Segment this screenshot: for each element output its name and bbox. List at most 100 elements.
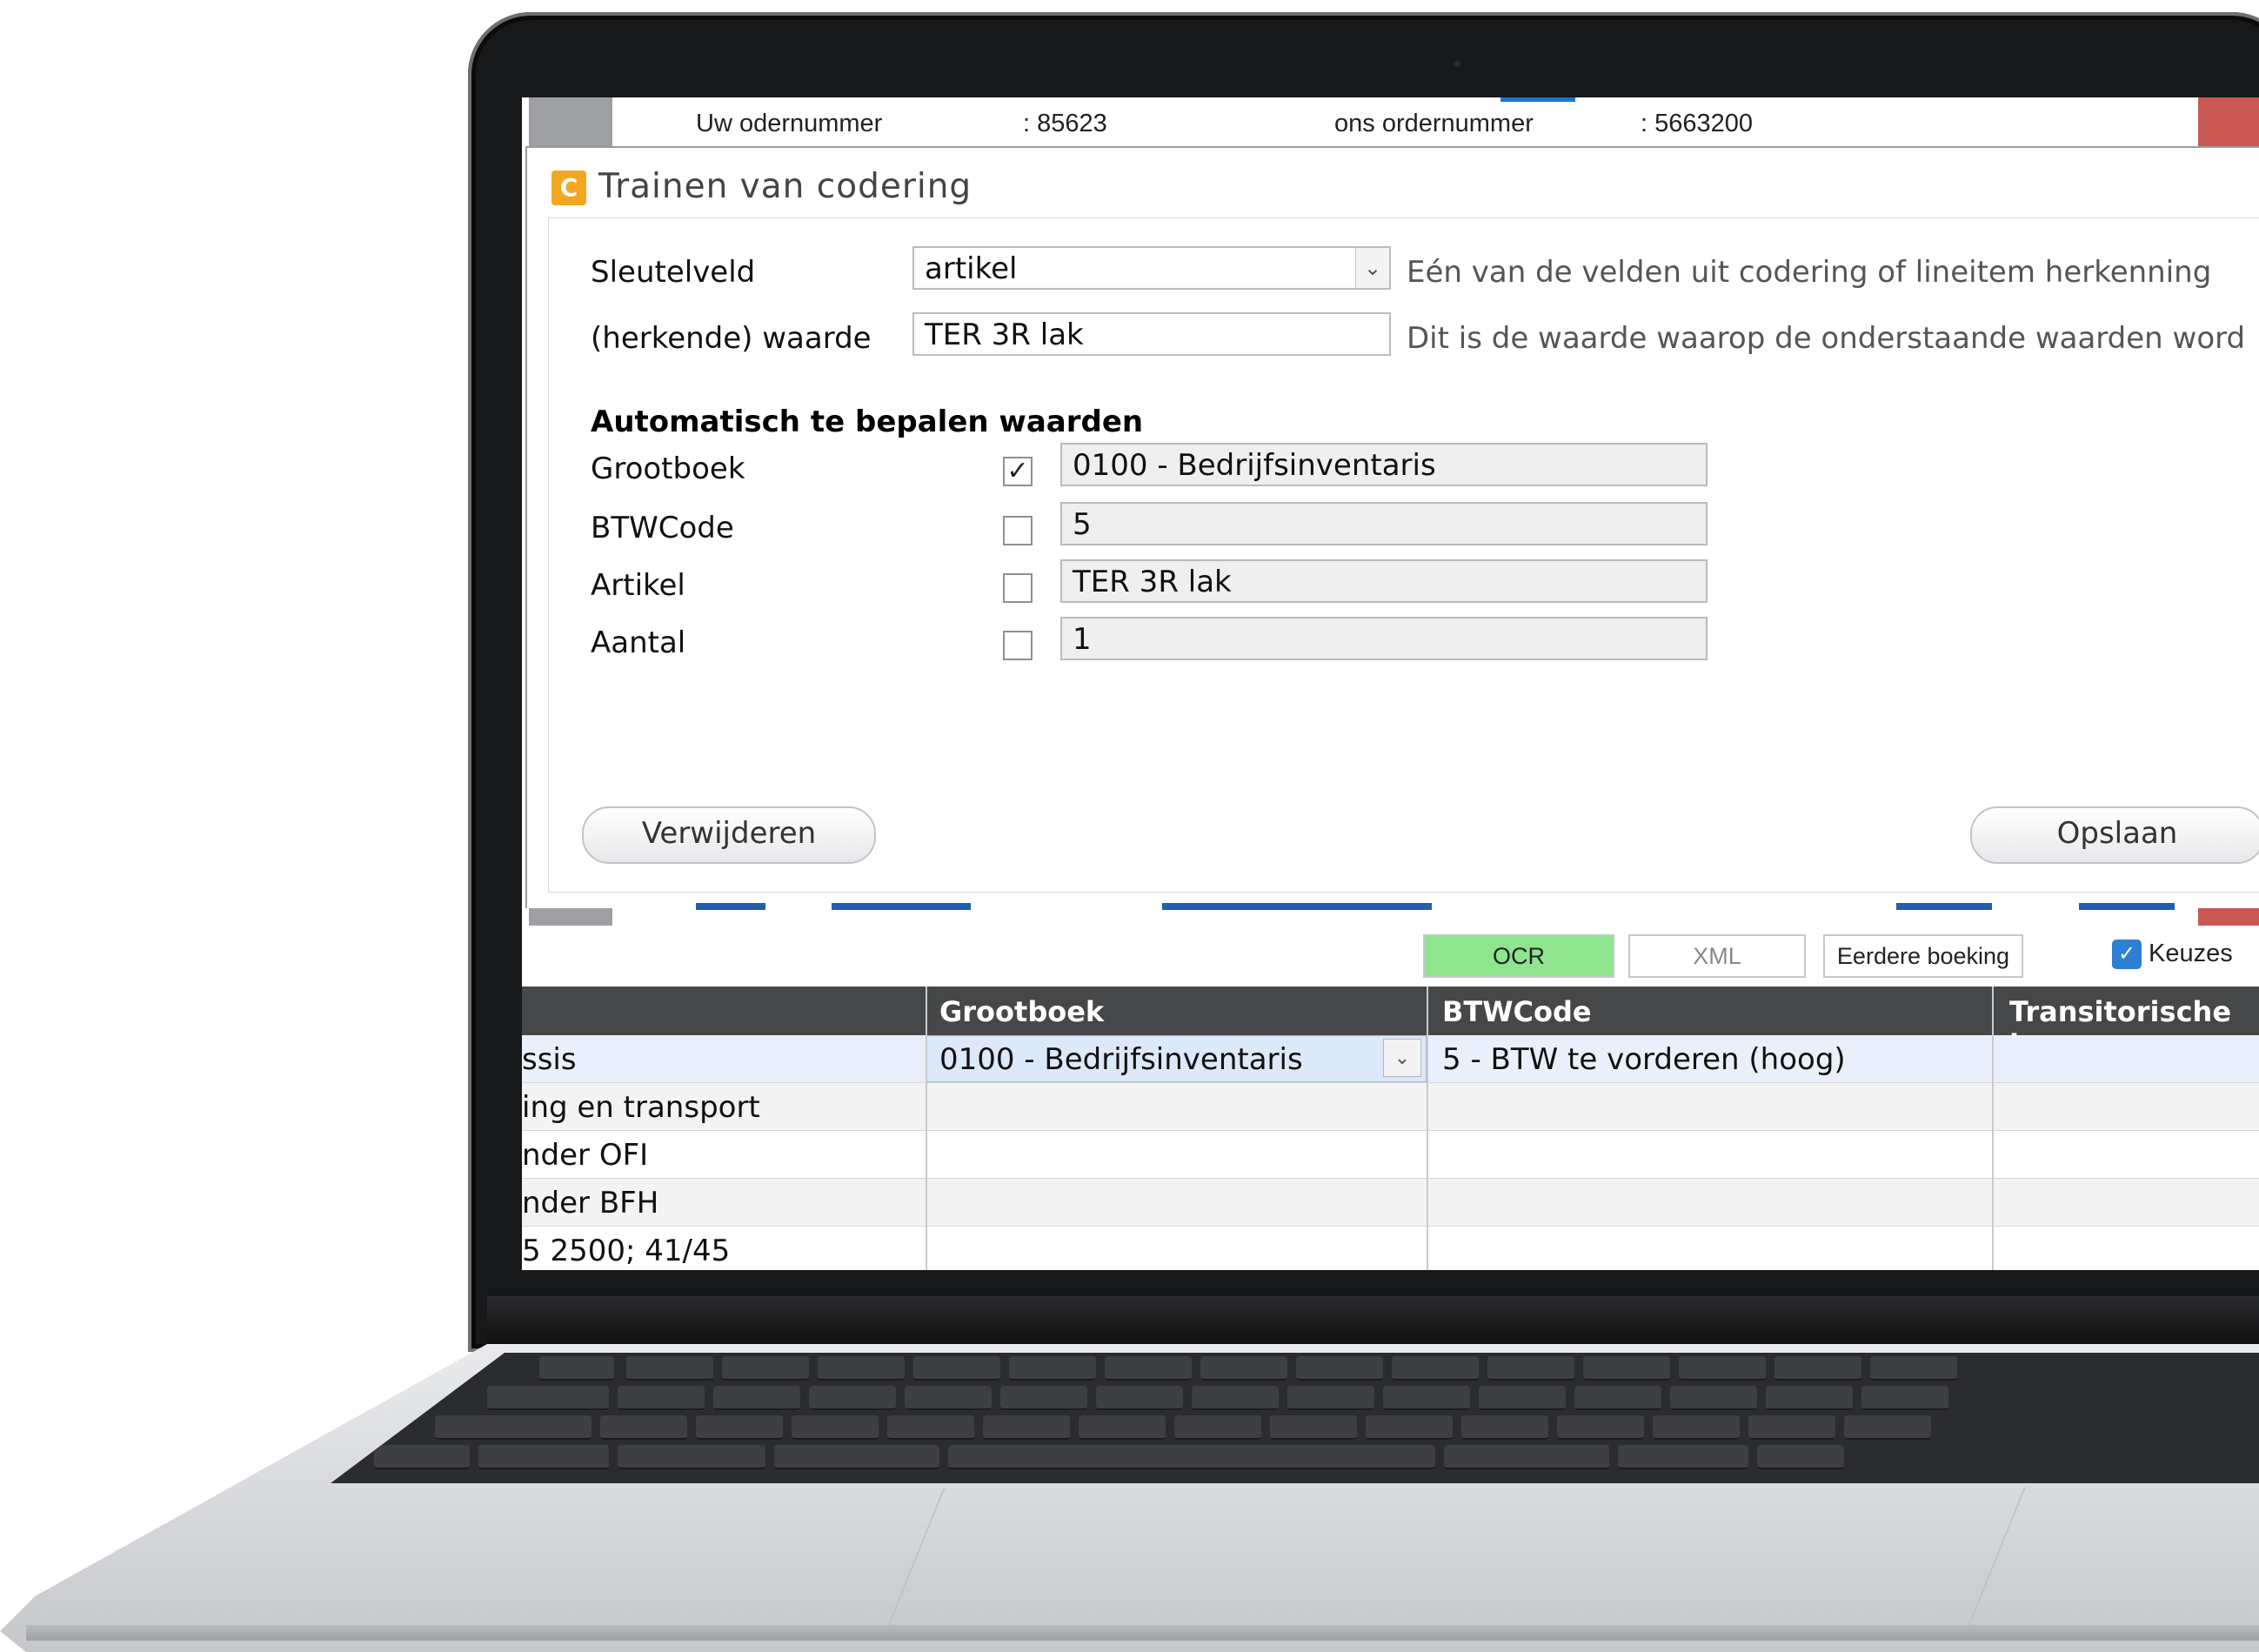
row-description: ing en transport [522, 1090, 760, 1125]
column-divider [1992, 987, 1994, 1270]
key [1174, 1415, 1261, 1440]
key-field-label: Sleutelveld [591, 255, 756, 290]
key [626, 1356, 713, 1381]
recognized-value-label: (herkende) waarde [591, 321, 872, 356]
key [487, 1386, 609, 1410]
chevron-down-icon[interactable]: ⌄ [1355, 248, 1389, 288]
laptop-hinge [487, 1296, 2259, 1348]
table-row[interactable]: 5 2500; 41/45 [522, 1227, 2259, 1270]
laptop-front-edge [26, 1625, 2259, 1641]
row-marker [529, 908, 612, 926]
row-marker [529, 97, 612, 146]
key-row [331, 1415, 2259, 1440]
key [696, 1415, 783, 1440]
checkbox-grootboek[interactable]: ✓ [1003, 457, 1033, 486]
our-order-value: : 5663200 [1641, 110, 1754, 137]
row-description: 5 2500; 41/45 [522, 1234, 731, 1268]
key [1444, 1445, 1609, 1469]
checkbox-artikel[interactable] [1003, 573, 1033, 603]
key-field-hint: Eén van de velden uit codering of lineit… [1407, 255, 2212, 290]
save-button[interactable]: Opslaan [1970, 806, 2259, 864]
keuzes-toggle[interactable]: ✓ Keuzes [2112, 940, 2233, 970]
key [1270, 1415, 1357, 1440]
key [1287, 1386, 1374, 1410]
camera-icon [1454, 61, 1460, 67]
view-tabs: OCR XML Eerdere boeking ✓ Keuzes [522, 934, 2259, 987]
row-description: nder BFH [522, 1186, 659, 1221]
value-field-btwcode[interactable]: 5 [1060, 502, 1708, 545]
table-row[interactable]: ing en transport [522, 1083, 2259, 1131]
value-field-artikel[interactable]: TER 3R lak [1060, 559, 1708, 603]
recognized-value-input[interactable]: TER 3R lak [912, 312, 1391, 356]
tab-ocr[interactable]: OCR [1423, 934, 1614, 978]
column-header-grootboek: Grootboek [939, 995, 1105, 1028]
key [1392, 1356, 1479, 1381]
key [887, 1415, 974, 1440]
table-row[interactable]: ssis 0100 - Bedrijfsinventaris ⌄ 5 - BTW… [522, 1035, 2259, 1083]
key [792, 1415, 879, 1440]
key [1383, 1386, 1470, 1410]
key [539, 1356, 614, 1381]
key [1870, 1356, 1957, 1381]
key [1774, 1356, 1861, 1381]
trackpad [887, 1488, 2026, 1627]
key [1653, 1415, 1740, 1440]
table-row[interactable]: nder OFI [522, 1131, 2259, 1179]
key-field-select[interactable]: artikel ⌄ [912, 246, 1391, 290]
key [1583, 1356, 1670, 1381]
column-divider [926, 987, 927, 1270]
table-row[interactable]: nder BFH [522, 1179, 2259, 1227]
row-text [1162, 903, 1432, 910]
row-label-aantal: Aantal [591, 625, 686, 660]
key-field-value: artikel [925, 251, 1018, 286]
checkbox-btwcode[interactable] [1003, 516, 1033, 545]
key [818, 1356, 905, 1381]
checkbox-aantal[interactable] [1003, 631, 1033, 660]
dialog-panel: Sleutelveld artikel ⌄ Eén van de velden … [548, 217, 2259, 893]
value-field-grootboek[interactable]: 0100 - Bedrijfsinventaris [1060, 443, 1708, 486]
key [809, 1386, 896, 1410]
chevron-down-icon[interactable]: ⌄ [1383, 1039, 1421, 1077]
key [1009, 1356, 1096, 1381]
row-label-btwcode: BTWCode [591, 511, 734, 545]
checkbox-checked-icon[interactable]: ✓ [2112, 940, 2142, 970]
row-btwcode: 5 - BTW te vorderen (hoog) [1442, 1042, 1846, 1077]
app-logo-icon: C [551, 171, 586, 205]
key [1096, 1386, 1183, 1410]
row-description: nder OFI [522, 1138, 649, 1173]
key [1461, 1415, 1548, 1440]
row-label-artikel: Artikel [591, 568, 685, 603]
key-row [331, 1356, 2259, 1381]
row-grootboek: 0100 - Bedrijfsinventaris [939, 1042, 1303, 1077]
key [1296, 1356, 1383, 1381]
key [1574, 1386, 1661, 1410]
delete-button[interactable]: Verwijderen [582, 806, 876, 864]
key [1861, 1386, 1948, 1410]
active-indicator [1500, 97, 1575, 102]
booking-grid: Grootboek BTWCode Transitorische b ssis … [522, 987, 2259, 1270]
row-text [1896, 903, 1992, 910]
key [913, 1356, 1000, 1381]
row-label-grootboek: Grootboek [591, 451, 745, 486]
status-marker [2198, 908, 2259, 926]
key [478, 1445, 609, 1469]
key [983, 1415, 1070, 1440]
value-field-aantal[interactable]: 1 [1060, 617, 1708, 660]
row-text [832, 903, 971, 910]
key [1200, 1356, 1287, 1381]
background-row [522, 903, 2259, 926]
row-text [696, 903, 765, 910]
key [1192, 1386, 1279, 1410]
key [1618, 1445, 1748, 1469]
tab-previous-booking[interactable]: Eerdere boeking [1823, 934, 2023, 978]
key-row [331, 1445, 2259, 1469]
key-row [331, 1386, 2259, 1410]
row-description: ssis [522, 1042, 577, 1077]
key [1000, 1386, 1087, 1410]
recognized-value-hint: Dit is de waarde waarop de onderstaande … [1407, 321, 2246, 356]
key [600, 1415, 687, 1440]
key [618, 1386, 705, 1410]
key [1557, 1415, 1644, 1440]
status-marker [2198, 97, 2259, 146]
tab-xml[interactable]: XML [1628, 934, 1806, 978]
